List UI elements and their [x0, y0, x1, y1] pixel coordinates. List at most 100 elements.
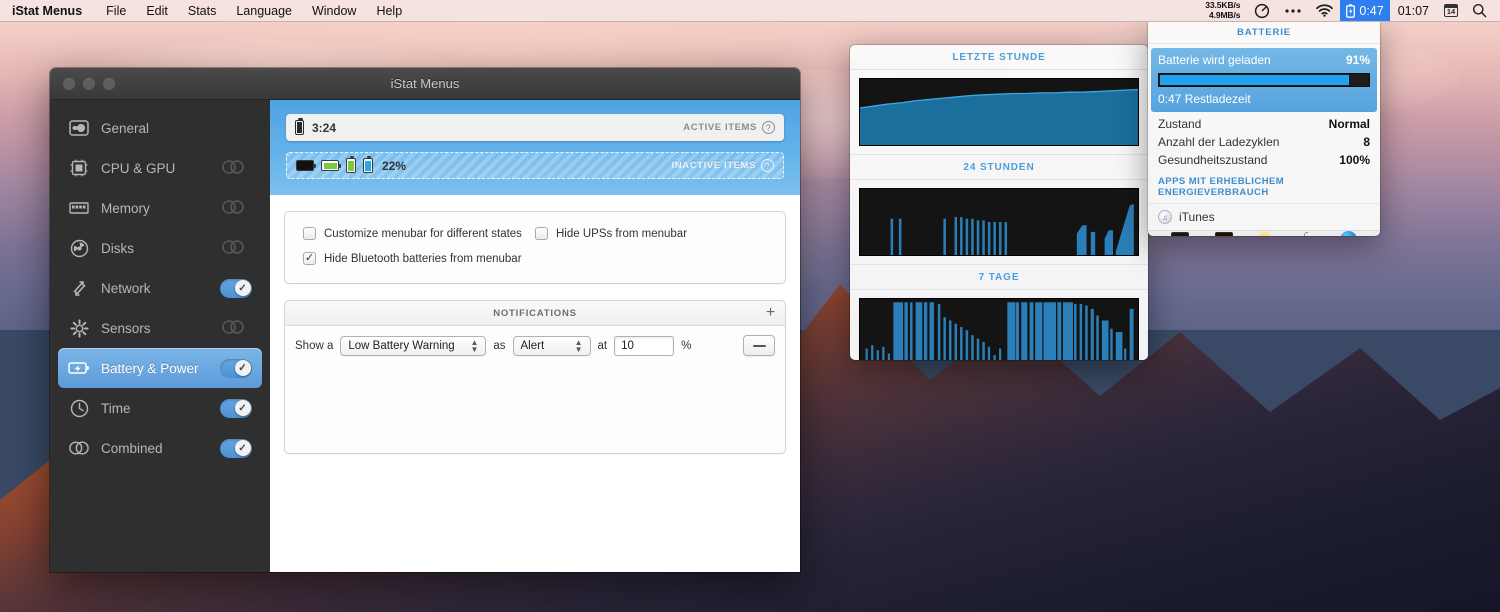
wifi-icon[interactable] — [1309, 0, 1340, 21]
battery-style-tall-green-icon[interactable] — [346, 155, 356, 173]
lamp-icon[interactable] — [1297, 231, 1314, 236]
checkbox-hide-ups[interactable]: Hide UPSs from menubar — [535, 227, 767, 240]
sidebar-item-battery-power[interactable]: Battery & Power — [58, 348, 262, 388]
enable-toggle[interactable] — [220, 438, 252, 458]
percent-label: % — [681, 339, 692, 352]
combined-toggle[interactable] — [220, 159, 252, 178]
add-notification-button[interactable]: + — [766, 305, 776, 321]
battery-history-popover[interactable]: LETZTE STUNDE 24 STUNDEN 7 TAGE — [850, 45, 1148, 360]
menubar-preview-area[interactable]: 3:24 ACTIVE ITEMS ? 22% INACTIVE ITEMS ? — [270, 100, 800, 195]
notifications-card: NOTIFICATIONS + Show a Low Battery Warni… — [284, 300, 786, 454]
calendar-icon[interactable]: 14 — [1437, 0, 1465, 21]
notifications-title: NOTIFICATIONS — [493, 307, 577, 319]
popover-footer-icons[interactable]: ⌁ ▩ ◉ — [1148, 230, 1380, 236]
speedometer-icon[interactable] — [1247, 0, 1277, 21]
battery-style-green-icon[interactable] — [321, 160, 341, 171]
active-item-time: 3:24 — [312, 120, 337, 135]
checkbox-hide-bluetooth-batteries[interactable]: ✓ Hide Bluetooth batteries from menubar — [303, 252, 535, 265]
search-icon[interactable] — [1465, 0, 1500, 21]
combined-toggle[interactable] — [220, 239, 252, 258]
checkbox-customize-menubar[interactable]: Customize menubar for different states — [303, 227, 535, 240]
menu-help[interactable]: Help — [366, 0, 412, 21]
istat-menus-window[interactable]: iStat Menus General CPU & GPU Memory Dis… — [50, 68, 800, 572]
sidebar-item-label: Sensors — [101, 320, 151, 336]
sidebar-item-label: Time — [101, 400, 131, 416]
chart-24-hours-svg — [860, 189, 1138, 255]
menu-stats[interactable]: Stats — [178, 0, 227, 21]
menubar-battery-item[interactable]: 0:47 — [1340, 0, 1390, 21]
menubar-clock[interactable]: 01:07 — [1390, 4, 1437, 18]
show-a-label: Show a — [295, 339, 334, 352]
notifications-empty-area — [285, 365, 785, 453]
ellipsis-icon[interactable] — [1277, 0, 1309, 21]
sidebar-item-label: Network — [101, 280, 151, 296]
cpu-icon — [68, 157, 90, 179]
sensors-icon[interactable]: ▩ — [1214, 231, 1233, 236]
inactive-items-row[interactable]: 22% INACTIVE ITEMS ? — [286, 152, 784, 179]
menu-bar-app-menus[interactable]: iStat Menus File Edit Stats Language Win… — [0, 0, 412, 21]
inactive-battery-styles[interactable] — [296, 155, 373, 173]
sidebar-item-disks[interactable]: Disks — [58, 228, 262, 268]
menu-app-name[interactable]: iStat Menus — [0, 0, 96, 21]
row-label: Anzahl der Ladezyklen — [1158, 135, 1280, 149]
network-speed-indicator[interactable]: 33.5KB/s 4.9MB/s — [1198, 0, 1247, 21]
menu-bar-status-items[interactable]: 33.5KB/s 4.9MB/s 0:47 01:07 14 — [1198, 0, 1500, 21]
help-icon[interactable]: ? — [762, 121, 775, 134]
checkbox-box[interactable] — [303, 227, 316, 240]
menu-window[interactable]: Window — [302, 0, 366, 21]
sidebar-item-combined[interactable]: Combined — [58, 428, 262, 468]
active-items-label: ACTIVE ITEMS — [683, 122, 757, 133]
chart-title-7-days: 7 TAGE — [850, 264, 1148, 290]
battery-menu-popover[interactable]: BATTERIE Batterie wird geladen 91% 0:47 … — [1148, 21, 1380, 236]
sidebar-item-memory[interactable]: Memory — [58, 188, 262, 228]
enable-toggle[interactable] — [220, 398, 252, 418]
notification-type-value: Low Battery Warning — [348, 339, 455, 352]
as-label: as — [493, 339, 506, 352]
sidebar-item-time[interactable]: Time — [58, 388, 262, 428]
active-items-row[interactable]: 3:24 ACTIVE ITEMS ? — [286, 114, 784, 141]
list-item[interactable]: ♫ iTunes — [1148, 204, 1380, 230]
memory-icon — [68, 197, 90, 219]
chart-last-hour — [859, 78, 1139, 146]
menu-file[interactable]: File — [96, 0, 136, 21]
checkbox-box[interactable] — [535, 227, 548, 240]
notification-style-select[interactable]: Alert ▲ ▼ — [512, 335, 591, 356]
sidebar-item-network[interactable]: Network — [58, 268, 262, 308]
help-icon[interactable]: ? — [761, 159, 774, 172]
notification-type-select[interactable]: Low Battery Warning ▲ ▼ — [340, 335, 487, 356]
checkbox-box[interactable]: ✓ — [303, 252, 316, 265]
window-titlebar[interactable]: iStat Menus — [50, 68, 800, 100]
notification-style-value: Alert — [520, 339, 545, 352]
lightbulb-icon[interactable] — [1258, 231, 1272, 236]
sensors-icon — [68, 317, 90, 339]
activity-monitor-icon[interactable]: ⌁ — [1170, 231, 1189, 236]
table-row: Zustand Normal — [1158, 115, 1370, 133]
system-menu-bar[interactable]: iStat Menus File Edit Stats Language Win… — [0, 0, 1500, 22]
battery-style-tall-blue-icon[interactable] — [363, 155, 373, 173]
sidebar-item-general[interactable]: General — [58, 108, 262, 148]
safari-icon[interactable]: ◉ — [1340, 231, 1358, 236]
sidebar[interactable]: General CPU & GPU Memory Disks Network ✓… — [50, 100, 270, 572]
chart-last-hour-svg — [860, 79, 1138, 145]
combined-toggle[interactable] — [220, 199, 252, 218]
notifications-header: NOTIFICATIONS + — [285, 301, 785, 326]
enable-toggle[interactable] — [220, 358, 252, 378]
enable-toggle[interactable] — [220, 278, 252, 298]
combined-toggle[interactable] — [220, 319, 252, 338]
sidebar-item-label: General — [101, 120, 150, 136]
checkbox-label: Customize menubar for different states — [324, 227, 522, 240]
battery-level-bar — [1158, 73, 1370, 87]
battery-style-dark-icon[interactable] — [296, 160, 316, 171]
threshold-input[interactable]: 10 — [614, 335, 675, 356]
clock-icon — [68, 397, 90, 419]
energy-apps-header: APPS MIT ERHEBLICHEM ENERGIEVERBRAUCH — [1148, 169, 1380, 204]
remove-notification-button[interactable] — [743, 335, 775, 356]
sidebar-item-cpu-gpu[interactable]: CPU & GPU — [58, 148, 262, 188]
sidebar-item-label: Battery & Power — [101, 360, 199, 376]
menu-language[interactable]: Language — [226, 0, 302, 21]
sidebar-item-sensors[interactable]: Sensors — [58, 308, 262, 348]
window-title: iStat Menus — [390, 76, 460, 91]
sidebar-item-label: CPU & GPU — [101, 160, 176, 176]
menu-edit[interactable]: Edit — [136, 0, 178, 21]
notification-rule-row[interactable]: Show a Low Battery Warning ▲ ▼ as Alert ▲… — [285, 326, 785, 365]
